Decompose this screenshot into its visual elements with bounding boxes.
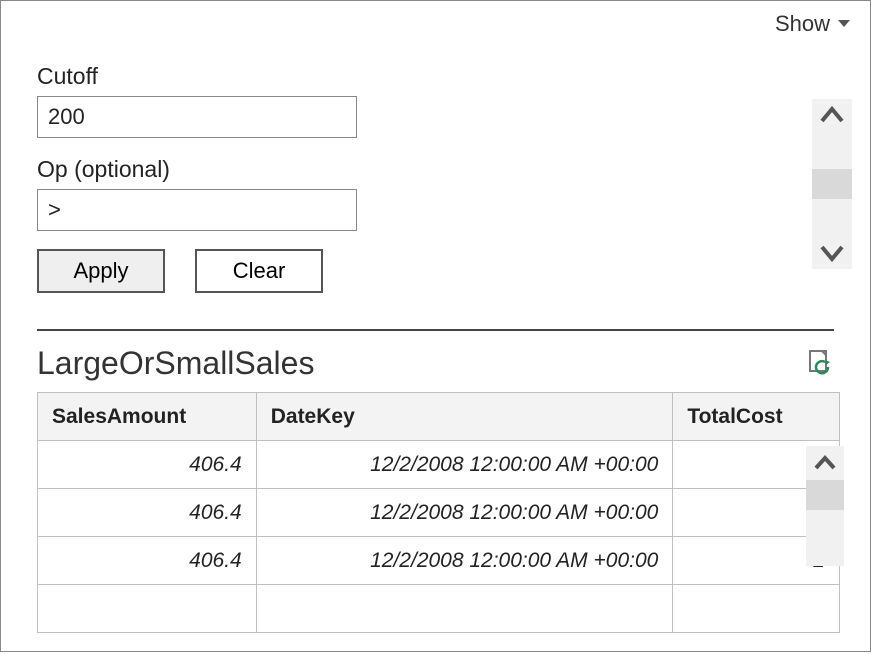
table-row[interactable]: 406.4 12/2/2008 12:00:00 AM +00:00 2 — [38, 441, 840, 489]
table-row[interactable] — [38, 585, 840, 633]
cutoff-label: Cutoff — [37, 63, 834, 90]
scroll-down-icon[interactable] — [818, 237, 846, 269]
cell-date: 12/2/2008 12:00:00 AM +00:00 — [256, 441, 673, 489]
cell-date — [256, 585, 673, 633]
results-title: LargeOrSmallSales — [37, 345, 314, 382]
table-row[interactable]: 406.4 12/2/2008 12:00:00 AM +00:00 2 — [38, 489, 840, 537]
col-header-total[interactable]: TotalCost — [673, 393, 840, 441]
show-label: Show — [775, 11, 830, 37]
col-header-sales[interactable]: SalesAmount — [38, 393, 257, 441]
cell-date: 12/2/2008 12:00:00 AM +00:00 — [256, 537, 673, 585]
cell-sales: 406.4 — [38, 441, 257, 489]
show-dropdown[interactable]: Show — [775, 11, 850, 37]
apply-button[interactable]: Apply — [37, 249, 165, 293]
cell-sales — [38, 585, 257, 633]
scrollbar-thumb[interactable] — [806, 480, 844, 510]
op-input[interactable] — [37, 189, 357, 231]
op-label: Op (optional) — [37, 156, 834, 183]
caret-down-icon — [838, 17, 850, 31]
col-header-date[interactable]: DateKey — [256, 393, 673, 441]
cell-total — [673, 585, 840, 633]
results-table: SalesAmount DateKey TotalCost 406.4 12/2… — [37, 392, 840, 633]
scrollbar-thumb[interactable] — [812, 169, 852, 199]
table-header-row: SalesAmount DateKey TotalCost — [38, 393, 840, 441]
cell-sales: 406.4 — [38, 537, 257, 585]
divider — [37, 329, 834, 331]
params-scrollbar[interactable] — [812, 99, 852, 269]
cell-date: 12/2/2008 12:00:00 AM +00:00 — [256, 489, 673, 537]
clear-button[interactable]: Clear — [195, 249, 323, 293]
refresh-icon[interactable] — [806, 349, 834, 379]
scroll-up-icon[interactable] — [812, 446, 838, 480]
cutoff-input[interactable] — [37, 96, 357, 138]
scroll-up-icon[interactable] — [818, 99, 846, 131]
table-scrollbar[interactable] — [806, 446, 844, 566]
cell-sales: 406.4 — [38, 489, 257, 537]
table-row[interactable]: 406.4 12/2/2008 12:00:00 AM +00:00 2 — [38, 537, 840, 585]
